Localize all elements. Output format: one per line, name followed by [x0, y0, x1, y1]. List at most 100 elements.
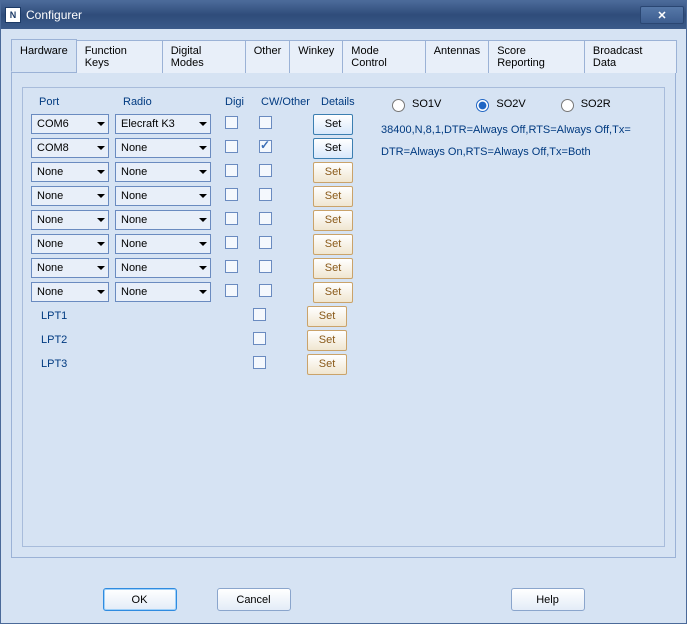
- radio-value: None: [121, 190, 147, 202]
- radio-dropdown[interactable]: None: [115, 138, 211, 158]
- lpt-label: LPT2: [31, 334, 109, 346]
- port-value: None: [37, 214, 63, 226]
- port-dropdown[interactable]: None: [31, 282, 109, 302]
- port-row: None None Set: [31, 208, 361, 232]
- cw-checkbox[interactable]: [259, 212, 272, 225]
- radio-dropdown[interactable]: None: [115, 162, 211, 182]
- port-value: None: [37, 166, 63, 178]
- tab-digital-modes[interactable]: Digital Modes: [162, 40, 246, 73]
- tab-winkey[interactable]: Winkey: [289, 40, 343, 73]
- radio-so1v-input[interactable]: [392, 99, 405, 112]
- cw-checkbox[interactable]: [259, 284, 272, 297]
- close-button[interactable]: ✕: [640, 6, 684, 24]
- cw-checkbox[interactable]: [253, 332, 266, 345]
- so-mode-group: SO1V SO2V SO2R: [381, 96, 656, 112]
- set-button[interactable]: Set: [307, 354, 347, 375]
- digi-checkbox[interactable]: [225, 164, 238, 177]
- ports-grid: Port Radio Digi CW/Other Details COM6Ele…: [31, 96, 361, 538]
- radio-dropdown[interactable]: None: [115, 210, 211, 230]
- radio-so1v[interactable]: SO1V: [387, 96, 441, 112]
- cw-checkbox[interactable]: [259, 164, 272, 177]
- digi-checkbox[interactable]: [225, 188, 238, 201]
- chevron-down-icon: [199, 218, 207, 222]
- radio-so2v-input[interactable]: [476, 99, 489, 112]
- port-dropdown[interactable]: None: [31, 162, 109, 182]
- set-button[interactable]: Set: [313, 138, 353, 159]
- cw-checkbox[interactable]: [259, 236, 272, 249]
- radio-so2r-input[interactable]: [561, 99, 574, 112]
- radio-value: None: [121, 214, 147, 226]
- port-dropdown[interactable]: None: [31, 186, 109, 206]
- cancel-button[interactable]: Cancel: [217, 588, 291, 611]
- port-value: COM8: [37, 142, 69, 154]
- set-button[interactable]: Set: [307, 330, 347, 351]
- port-value: COM6: [37, 118, 69, 130]
- digi-checkbox[interactable]: [225, 116, 238, 129]
- digi-checkbox[interactable]: [225, 284, 238, 297]
- digi-checkbox[interactable]: [225, 212, 238, 225]
- window-title: Configurer: [26, 8, 640, 22]
- port-dropdown[interactable]: COM6: [31, 114, 109, 134]
- set-button[interactable]: Set: [313, 186, 353, 207]
- chevron-down-icon: [97, 194, 105, 198]
- radio-value: None: [121, 238, 147, 250]
- digi-checkbox[interactable]: [225, 140, 238, 153]
- port-value: None: [37, 238, 63, 250]
- app-icon: N: [5, 7, 21, 23]
- chevron-down-icon: [97, 266, 105, 270]
- titlebar: N Configurer ✕: [1, 1, 686, 29]
- radio-dropdown[interactable]: Elecraft K3: [115, 114, 211, 134]
- chevron-down-icon: [199, 146, 207, 150]
- port-row: COM8 None Set: [31, 136, 361, 160]
- header-radio: Radio: [115, 96, 217, 108]
- port-dropdown[interactable]: None: [31, 258, 109, 278]
- cw-checkbox[interactable]: [259, 260, 272, 273]
- tab-other[interactable]: Other: [245, 40, 291, 73]
- set-button[interactable]: Set: [313, 162, 353, 183]
- tab-mode-control[interactable]: Mode Control: [342, 40, 425, 73]
- set-button[interactable]: Set: [307, 306, 347, 327]
- cw-checkbox[interactable]: [259, 116, 272, 129]
- cw-checkbox[interactable]: [259, 188, 272, 201]
- chevron-down-icon: [97, 290, 105, 294]
- tab-score-reporting[interactable]: Score Reporting: [488, 40, 585, 73]
- radio-so2v[interactable]: SO2V: [471, 96, 525, 112]
- port-row: None None Set: [31, 256, 361, 280]
- tab-broadcast-data[interactable]: Broadcast Data: [584, 40, 677, 73]
- radio-dropdown[interactable]: None: [115, 234, 211, 254]
- tab-hardware[interactable]: Hardware: [11, 39, 77, 72]
- digi-checkbox[interactable]: [225, 260, 238, 273]
- configurer-window: N Configurer ✕ Hardware Function Keys Di…: [0, 0, 687, 624]
- radio-dropdown[interactable]: None: [115, 186, 211, 206]
- radio-so2v-label: SO2V: [496, 98, 525, 110]
- set-button[interactable]: Set: [313, 234, 353, 255]
- radio-dropdown[interactable]: None: [115, 258, 211, 278]
- radio-value: None: [121, 142, 147, 154]
- port-row: COM6 Elecraft K3 Set: [31, 112, 361, 136]
- ok-button[interactable]: OK: [103, 588, 177, 611]
- set-button[interactable]: Set: [313, 114, 353, 135]
- radio-so2r[interactable]: SO2R: [556, 96, 611, 112]
- close-icon: ✕: [657, 9, 666, 22]
- tab-function-keys[interactable]: Function Keys: [76, 40, 163, 73]
- cw-checkbox[interactable]: [259, 140, 272, 153]
- digi-checkbox[interactable]: [225, 236, 238, 249]
- chevron-down-icon: [199, 290, 207, 294]
- port-dropdown[interactable]: None: [31, 234, 109, 254]
- set-button[interactable]: Set: [313, 210, 353, 231]
- chevron-down-icon: [97, 218, 105, 222]
- set-button[interactable]: Set: [313, 258, 353, 279]
- set-button[interactable]: Set: [313, 282, 353, 303]
- help-button[interactable]: Help: [511, 588, 585, 611]
- port-value: None: [37, 190, 63, 202]
- tab-antennas[interactable]: Antennas: [425, 40, 489, 73]
- chevron-down-icon: [199, 266, 207, 270]
- header-port: Port: [31, 96, 115, 108]
- cw-checkbox[interactable]: [253, 308, 266, 321]
- cw-checkbox[interactable]: [253, 356, 266, 369]
- radio-dropdown[interactable]: None: [115, 282, 211, 302]
- radio-value: None: [121, 286, 147, 298]
- port-dropdown[interactable]: None: [31, 210, 109, 230]
- radio-so2r-label: SO2R: [581, 98, 611, 110]
- port-dropdown[interactable]: COM8: [31, 138, 109, 158]
